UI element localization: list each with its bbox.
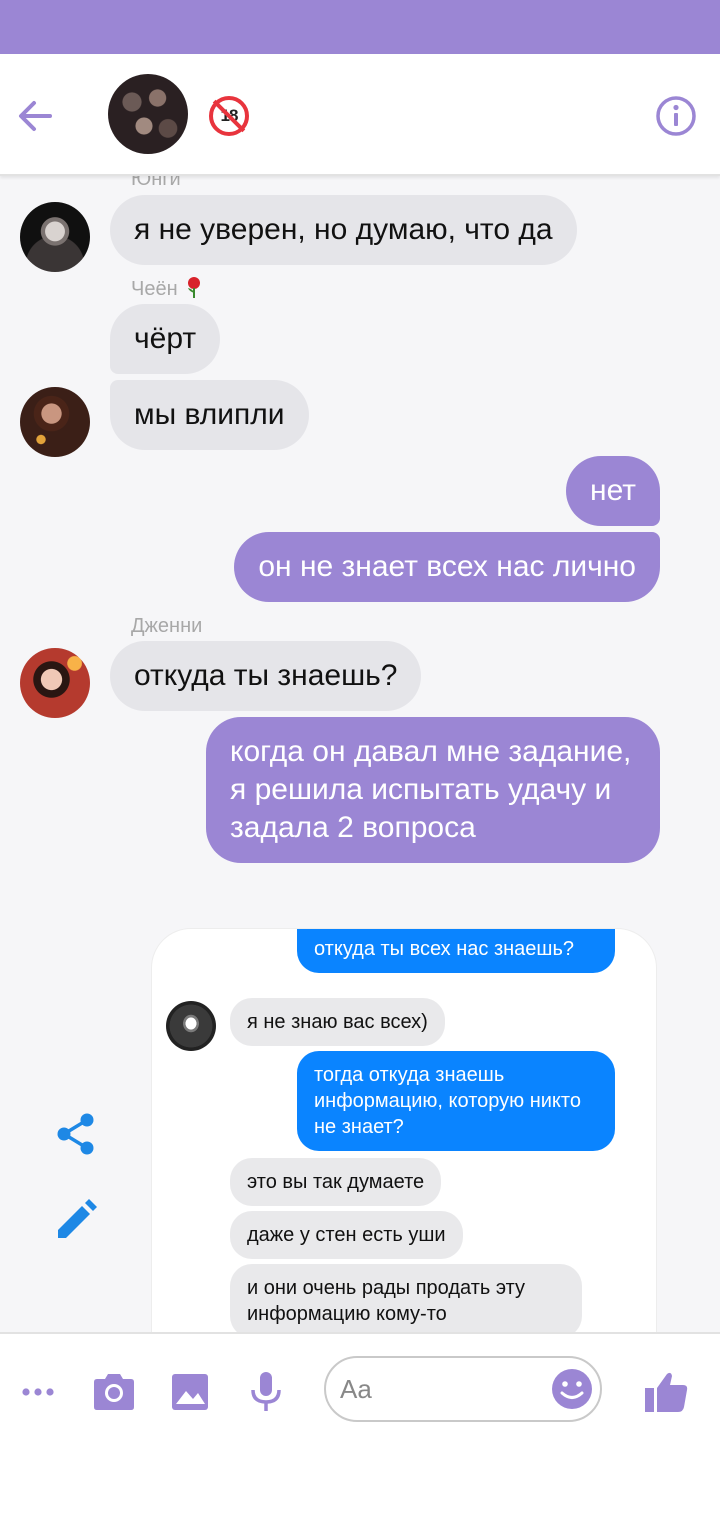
camera-icon xyxy=(94,1374,134,1410)
thumbs-up-icon xyxy=(645,1372,688,1412)
microphone-button[interactable] xyxy=(242,1368,290,1416)
gallery-button[interactable] xyxy=(166,1368,214,1416)
microphone-icon xyxy=(251,1372,281,1411)
avatar[interactable] xyxy=(20,387,90,457)
info-button[interactable] xyxy=(654,94,698,138)
arrow-left-icon xyxy=(19,101,52,131)
embedded-message: откуда ты всех нас знаешь? xyxy=(297,929,615,973)
image-icon xyxy=(172,1374,208,1410)
avatar[interactable] xyxy=(20,648,90,718)
message-bubble[interactable]: чёрт xyxy=(110,304,221,374)
sender-name: Дженни xyxy=(131,615,203,637)
camera-button[interactable] xyxy=(90,1368,138,1416)
chat-header: 18 xyxy=(0,54,720,176)
embedded-message: и они очень рады продать эту информацию … xyxy=(230,1264,582,1332)
rose-icon xyxy=(187,277,200,298)
emoji-icon xyxy=(552,1369,592,1409)
message-list[interactable]: Юнги я не уверен, но думаю, что да Чеён … xyxy=(0,176,720,1332)
age-restriction-badge: 18 xyxy=(209,96,249,136)
edit-button[interactable] xyxy=(52,1196,100,1244)
message-bubble[interactable]: я не уверен, но думаю, что да xyxy=(110,195,577,265)
embedded-message: даже у стен есть уши xyxy=(230,1211,463,1259)
message-bubble[interactable]: мы влипли xyxy=(110,380,309,450)
message-bubble[interactable]: когда он давал мне задание, я решила исп… xyxy=(206,717,660,863)
embedded-message: это вы так думаете xyxy=(230,1158,442,1206)
sender-name-text: Чеён xyxy=(131,278,178,300)
share-button[interactable] xyxy=(52,1110,100,1158)
embedded-avatar xyxy=(166,1001,216,1051)
group-avatar[interactable] xyxy=(108,74,188,154)
sender-name: Юнги xyxy=(131,176,181,190)
embedded-message: я не знаю вас всех) xyxy=(230,998,445,1046)
status-bar xyxy=(0,0,720,54)
embedded-screenshot[interactable]: откуда ты всех нас знаешь? я не знаю вас… xyxy=(151,928,657,1332)
message-bubble[interactable]: откуда ты знаешь? xyxy=(110,641,422,711)
age-badge-text: 18 xyxy=(220,106,239,125)
share-icon xyxy=(57,1113,94,1155)
message-bubble[interactable]: он не знает всех нас лично xyxy=(234,532,660,602)
sender-name: Чеён xyxy=(131,277,202,301)
embedded-message: тогда откуда знаешь информацию, которую … xyxy=(297,1051,615,1151)
emoji-button[interactable] xyxy=(550,1367,594,1411)
avatar[interactable] xyxy=(20,202,90,272)
message-bubble[interactable]: нет xyxy=(566,456,660,526)
more-button[interactable] xyxy=(14,1368,62,1416)
pencil-icon xyxy=(58,1199,97,1238)
more-icon xyxy=(22,1388,54,1396)
like-button[interactable] xyxy=(642,1368,690,1416)
composer-bar xyxy=(0,1332,720,1520)
info-icon xyxy=(656,96,696,136)
back-button[interactable] xyxy=(14,94,58,138)
